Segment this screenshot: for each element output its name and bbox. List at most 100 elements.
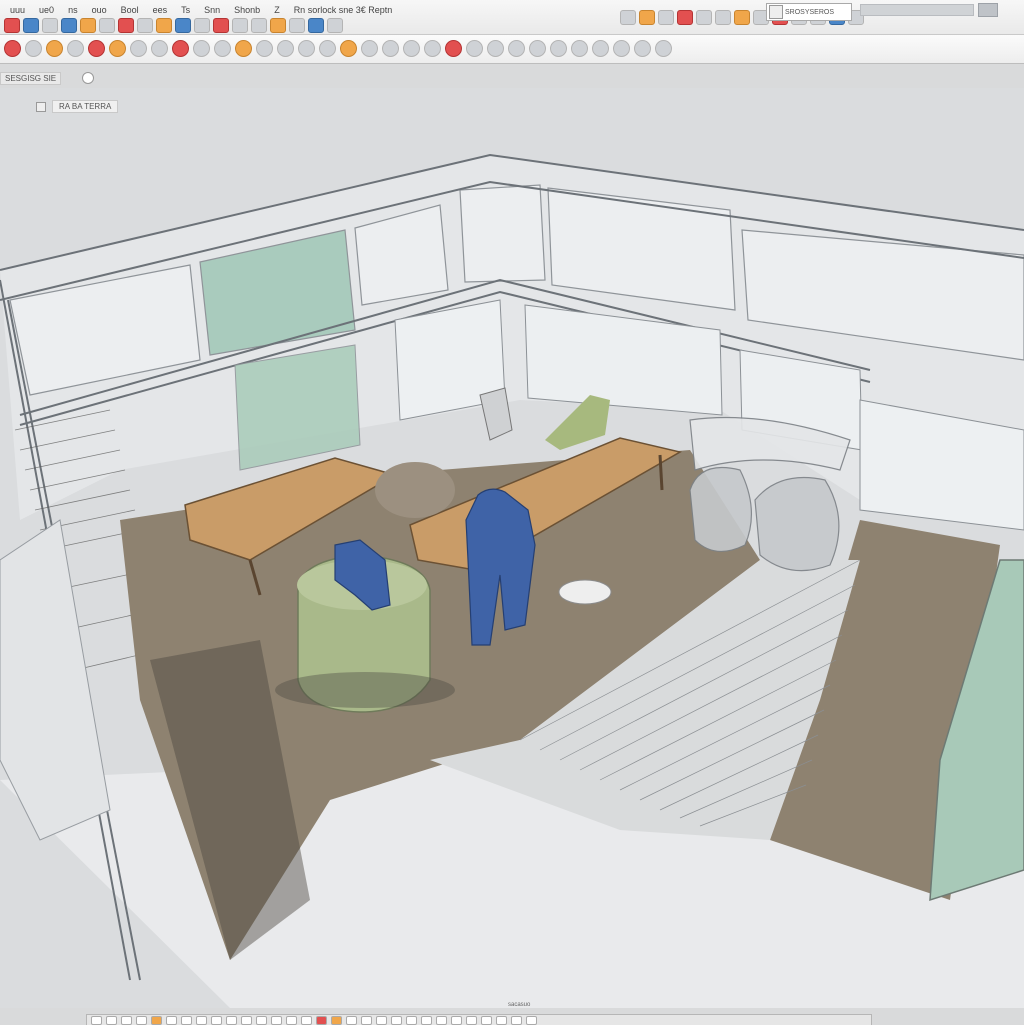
toolbar-icon[interactable] (67, 40, 84, 57)
toolbar-icon[interactable] (592, 40, 609, 57)
toolbar-icon[interactable] (496, 1015, 507, 1025)
toolbar-icon[interactable] (655, 40, 672, 57)
toolbar-icon[interactable] (319, 40, 336, 57)
view-icon[interactable] (36, 101, 46, 112)
toolbar-icon[interactable] (508, 40, 525, 57)
toolbar-icon[interactable] (298, 40, 315, 57)
toolbar-icon[interactable] (196, 1015, 207, 1025)
toolbar-icon[interactable] (451, 1015, 462, 1025)
toolbar-icon[interactable] (151, 40, 168, 57)
toolbar-icon[interactable] (80, 18, 96, 33)
toolbar-icon[interactable] (308, 18, 324, 33)
toolbar-icon[interactable] (466, 40, 483, 57)
right-panel-selector[interactable]: SROSYSEROS (766, 3, 852, 21)
menu-item[interactable]: Snn (198, 3, 226, 17)
toolbar-icon[interactable] (99, 18, 115, 33)
toolbar-icon[interactable] (270, 18, 286, 33)
toolbar-icon[interactable] (172, 40, 189, 57)
toolbar-icon[interactable] (109, 40, 126, 57)
toolbar-icon[interactable] (340, 40, 357, 57)
toolbar-icon[interactable] (166, 1015, 177, 1025)
toolbar-icon[interactable] (406, 1015, 417, 1025)
toolbar-icon[interactable] (316, 1015, 327, 1025)
toolbar-icon[interactable] (327, 18, 343, 33)
toolbar-icon[interactable] (226, 1015, 237, 1025)
toolbar-icon[interactable] (613, 40, 630, 57)
toolbar-icon[interactable] (526, 1015, 537, 1025)
status-icon[interactable] (82, 72, 94, 84)
toolbar-icon[interactable] (213, 18, 229, 33)
toolbar-icon[interactable] (46, 40, 63, 57)
toolbar-icon[interactable] (301, 1015, 312, 1025)
menu-item[interactable]: Shonb (228, 3, 266, 17)
toolbar-icon[interactable] (487, 40, 504, 57)
toolbar-icon[interactable] (106, 1015, 117, 1025)
toolbar-icon[interactable] (620, 10, 636, 25)
toolbar-icon[interactable] (156, 18, 172, 33)
toolbar-icon[interactable] (193, 40, 210, 57)
menu-item[interactable]: Bool (115, 3, 145, 17)
toolbar-icon[interactable] (529, 40, 546, 57)
toolbar-icon[interactable] (331, 1015, 342, 1025)
toolbar-icon[interactable] (88, 40, 105, 57)
toolbar-icon[interactable] (361, 40, 378, 57)
toolbar-icon[interactable] (634, 40, 651, 57)
3d-viewport[interactable] (0, 88, 1024, 1008)
toolbar-icon[interactable] (466, 1015, 477, 1025)
toolbar-icon[interactable] (436, 1015, 447, 1025)
menu-item[interactable]: Ts (175, 3, 196, 17)
toolbar-icon[interactable] (175, 18, 191, 33)
toolbar-icon[interactable] (734, 10, 750, 25)
toolbar-icon[interactable] (151, 1015, 162, 1025)
toolbar-icon[interactable] (277, 40, 294, 57)
toolbar-icon[interactable] (289, 18, 305, 33)
view-label[interactable]: RA BA TERRA (52, 100, 119, 113)
toolbar-icon[interactable] (571, 40, 588, 57)
menu-item[interactable]: ns (62, 3, 84, 17)
toolbar-icon[interactable] (511, 1015, 522, 1025)
toolbar-icon[interactable] (256, 1015, 267, 1025)
toolbar-icon[interactable] (181, 1015, 192, 1025)
toolbar-icon[interactable] (256, 40, 273, 57)
toolbar-icon[interactable] (235, 40, 252, 57)
toolbar-icon[interactable] (658, 10, 674, 25)
toolbar-icon[interactable] (232, 18, 248, 33)
toolbar-icon[interactable] (286, 1015, 297, 1025)
menu-item[interactable]: ouo (86, 3, 113, 17)
toolbar-icon[interactable] (346, 1015, 357, 1025)
toolbar-icon[interactable] (715, 10, 731, 25)
title-bar-field[interactable] (860, 4, 974, 16)
toolbar-icon[interactable] (421, 1015, 432, 1025)
toolbar-icon[interactable] (391, 1015, 402, 1025)
toolbar-icon[interactable] (550, 40, 567, 57)
menu-item[interactable]: uuu (4, 3, 31, 17)
toolbar-icon[interactable] (136, 1015, 147, 1025)
toolbar-icon[interactable] (91, 1015, 102, 1025)
toolbar-icon[interactable] (211, 1015, 222, 1025)
toolbar-icon[interactable] (382, 40, 399, 57)
window-control-button[interactable] (978, 3, 998, 17)
toolbar-icon[interactable] (23, 18, 39, 33)
toolbar-icon[interactable] (376, 1015, 387, 1025)
toolbar-icon[interactable] (121, 1015, 132, 1025)
toolbar-icon[interactable] (251, 18, 267, 33)
toolbar-icon[interactable] (481, 1015, 492, 1025)
toolbar-icon[interactable] (445, 40, 462, 57)
toolbar-icon[interactable] (61, 18, 77, 33)
toolbar-icon[interactable] (118, 18, 134, 33)
toolbar-icon[interactable] (677, 10, 693, 25)
toolbar-icon[interactable] (214, 40, 231, 57)
toolbar-icon[interactable] (194, 18, 210, 33)
menu-item[interactable]: Z (268, 3, 286, 17)
toolbar-icon[interactable] (403, 40, 420, 57)
toolbar-icon[interactable] (42, 18, 58, 33)
toolbar-icon[interactable] (25, 40, 42, 57)
toolbar-icon[interactable] (130, 40, 147, 57)
toolbar-icon[interactable] (4, 40, 21, 57)
toolbar-icon[interactable] (4, 18, 20, 33)
toolbar-icon[interactable] (696, 10, 712, 25)
toolbar-icon[interactable] (241, 1015, 252, 1025)
toolbar-icon[interactable] (137, 18, 153, 33)
menu-item[interactable]: ue0 (33, 3, 60, 17)
toolbar-icon[interactable] (639, 10, 655, 25)
